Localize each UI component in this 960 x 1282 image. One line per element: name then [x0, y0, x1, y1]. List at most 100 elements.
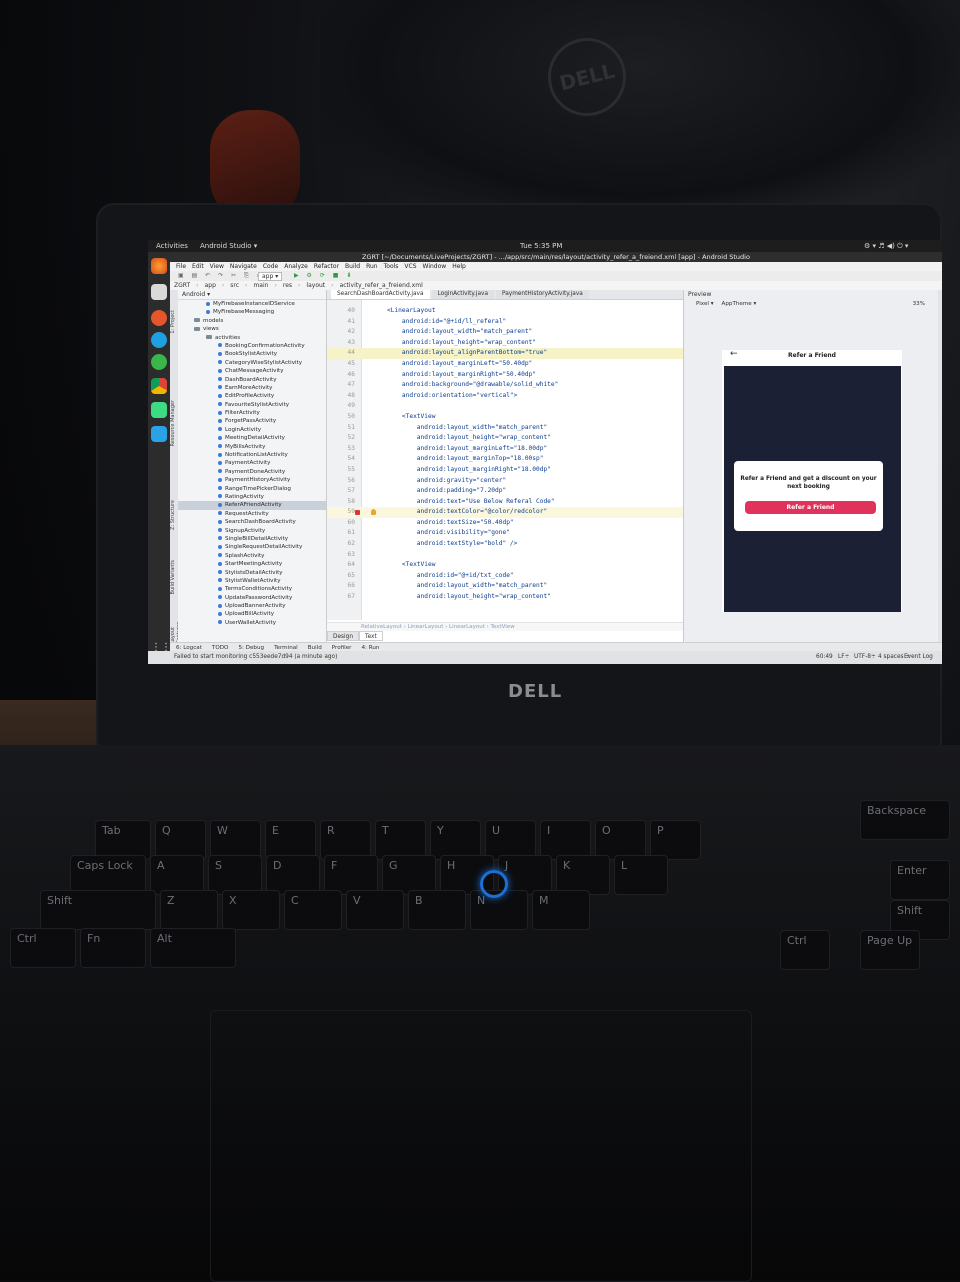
xml-breadcrumb[interactable]: RelativeLayout › LinearLayout › LinearLa… — [327, 622, 683, 631]
project-tree-item[interactable]: TermsConditionsActivity — [178, 585, 326, 593]
code-line[interactable]: 56 android:gravity="center" — [327, 476, 683, 487]
project-tree-item[interactable]: UploadBannerActivity — [178, 602, 326, 610]
project-tree-item[interactable]: FavouriteStylistActivity — [178, 401, 326, 409]
code-line[interactable]: 41 android:id="@+id/ll_referal" — [327, 317, 683, 328]
activities-button[interactable]: Activities — [156, 242, 188, 250]
project-tree-item[interactable]: UserWalletActivity — [178, 619, 326, 627]
key-a[interactable]: A — [150, 855, 204, 895]
android-studio-icon[interactable] — [151, 402, 167, 418]
code-editor[interactable]: SearchDashBoardActivity.java LoginActivit… — [327, 290, 683, 642]
project-tree-item[interactable]: SplashActivity — [178, 552, 326, 560]
code-text[interactable]: android:textStyle="bold" /> — [387, 539, 518, 550]
project-tree-item[interactable]: ChatMessageActivity — [178, 367, 326, 375]
project-tree-item[interactable]: SingleBillDetailActivity — [178, 535, 326, 543]
code-text[interactable]: android:layout_marginRight="18.00dp" — [387, 465, 551, 476]
theme-select[interactable]: AppTheme ▾ — [722, 301, 757, 307]
code-line[interactable]: 55 android:layout_marginRight="18.00dp" — [327, 465, 683, 476]
file-encoding[interactable]: UTF-8÷ — [854, 654, 876, 660]
run-config-select[interactable]: app ▾ — [258, 272, 283, 281]
menu-vcs[interactable]: VCS — [404, 263, 416, 270]
menu-tools[interactable]: Tools — [384, 263, 399, 270]
code-text[interactable]: android:textSize="50.40dp" — [387, 518, 514, 529]
project-tree-item[interactable]: SignupActivity — [178, 527, 326, 535]
menu-code[interactable]: Code — [263, 263, 278, 270]
key-enter[interactable]: Enter — [890, 860, 950, 900]
project-tree-item[interactable]: DashBoardActivity — [178, 376, 326, 384]
menu-help[interactable]: Help — [452, 263, 466, 270]
key-m[interactable]: M — [532, 890, 590, 930]
code-text[interactable]: android:layout_height="wrap_content" — [387, 338, 536, 349]
code-text[interactable]: android:layout_marginLeft="18.00dp" — [387, 444, 547, 455]
key-caps-lock[interactable]: Caps Lock — [70, 855, 146, 895]
code-text[interactable]: android:id="@+id/ll_referal" — [387, 317, 506, 328]
project-tree-item[interactable]: UpdatePasswordActivity — [178, 594, 326, 602]
project-tree-item[interactable]: RequestActivity — [178, 510, 326, 518]
code-line[interactable]: 40 <LinearLayout — [327, 306, 683, 317]
key-x[interactable]: X — [222, 890, 280, 930]
key-k[interactable]: K — [556, 855, 610, 895]
project-tree-item[interactable]: EditProfileActivity — [178, 392, 326, 400]
toolbar-icons[interactable]: ▣ ▤ ↶ ↷ ✂ ⎘ ⌕ — [178, 272, 263, 280]
project-tree-item[interactable]: PaymentDoneActivity — [178, 468, 326, 476]
code-line[interactable]: 57 android:padding="7.20dp" — [327, 486, 683, 497]
project-tree-item[interactable]: UploadBillActivity — [178, 610, 326, 618]
breadcrumb-item[interactable]: ZGRT — [174, 282, 190, 289]
breadcrumb-item[interactable]: app — [205, 282, 216, 289]
tab-text[interactable]: Text — [359, 631, 383, 641]
project-tree-item[interactable]: MyFirebaseInstanceIDService — [178, 300, 326, 308]
build-variants-button[interactable]: Build Variants — [170, 560, 176, 594]
code-line[interactable]: 62 android:textStyle="bold" /> — [327, 539, 683, 550]
key-e[interactable]: E — [265, 820, 316, 860]
project-tree-item[interactable]: SingleRequestDetailActivity — [178, 543, 326, 551]
code-line[interactable]: 65 android:id="@+id/txt_code" — [327, 571, 683, 582]
skype-icon[interactable] — [151, 332, 167, 348]
project-tree-item[interactable]: SearchDashBoardActivity — [178, 518, 326, 526]
code-line[interactable]: 67 android:layout_height="wrap_content" — [327, 592, 683, 603]
code-line[interactable]: 59 android:textColor="@color/redcolor" — [327, 507, 683, 518]
project-tree-item[interactable]: StartMeetingActivity — [178, 560, 326, 568]
project-tree-item[interactable]: LoginActivity — [178, 426, 326, 434]
device-select[interactable]: Pixel ▾ — [696, 301, 714, 307]
menu-refactor[interactable]: Refactor — [314, 263, 339, 270]
code-text[interactable]: android:layout_marginRight="50.40dp" — [387, 370, 536, 381]
code-text[interactable]: android:layout_width="match_parent" — [387, 423, 547, 434]
menu-edit[interactable]: Edit — [192, 263, 204, 270]
caret-position[interactable]: 60:49 — [816, 654, 833, 660]
key-fn[interactable]: Fn — [80, 928, 146, 968]
resource-manager-button[interactable]: Resource Manager — [170, 400, 176, 446]
key-l[interactable]: L — [614, 855, 668, 895]
code-line[interactable]: 54 android:layout_marginTop="18.00sp" — [327, 454, 683, 465]
pointing-stick[interactable] — [480, 870, 508, 898]
project-tree-item[interactable]: activities — [178, 334, 326, 342]
key-t[interactable]: T — [375, 820, 426, 860]
code-text[interactable]: android:visibility="gone" — [387, 528, 510, 539]
project-tree-item[interactable]: CategoryWiseStylistActivity — [178, 359, 326, 367]
code-text[interactable]: android:padding="7.20dp" — [387, 486, 506, 497]
project-tree-item[interactable]: BookingConfirmationActivity — [178, 342, 326, 350]
project-tree-item[interactable]: PaymentHistoryActivity — [178, 476, 326, 484]
code-text[interactable]: android:orientation="vertical"> — [387, 391, 518, 402]
upwork-icon[interactable] — [151, 354, 167, 370]
code-line[interactable]: 46 android:layout_marginRight="50.40dp" — [327, 370, 683, 381]
zoom-level[interactable]: 33% — [913, 301, 925, 307]
key-ctrl[interactable]: Ctrl — [10, 928, 76, 968]
indent-setting[interactable]: 4 spaces ÷ — [878, 654, 910, 660]
project-tool-button[interactable]: 1: Project — [170, 310, 176, 334]
code-text[interactable]: android:layout_alignParentBottom="true" — [387, 348, 547, 359]
key-i[interactable]: I — [540, 820, 591, 860]
project-tree-item[interactable]: models — [178, 317, 326, 325]
code-text[interactable]: <TextView — [387, 412, 436, 423]
bottom-tool-button[interactable]: 6: Logcat — [176, 645, 202, 651]
tab-design[interactable]: Design — [327, 631, 360, 641]
code-line[interactable]: 64 <TextView — [327, 560, 683, 571]
key-s[interactable]: S — [208, 855, 262, 895]
code-text[interactable]: android:layout_width="match_parent" — [387, 581, 547, 592]
menu-navigate[interactable]: Navigate — [230, 263, 257, 270]
code-line[interactable]: 61 android:visibility="gone" — [327, 528, 683, 539]
project-tree-item[interactable]: ForgetPassActivity — [178, 417, 326, 425]
project-view-selector[interactable]: Android ▾ — [178, 290, 326, 300]
project-tree-item[interactable]: MeetingDetailActivity — [178, 434, 326, 442]
code-text[interactable]: android:text="Use Below Referal Code" — [387, 497, 555, 508]
key-y[interactable]: Y — [430, 820, 481, 860]
code-text[interactable]: android:textColor="@color/redcolor" — [387, 507, 547, 518]
